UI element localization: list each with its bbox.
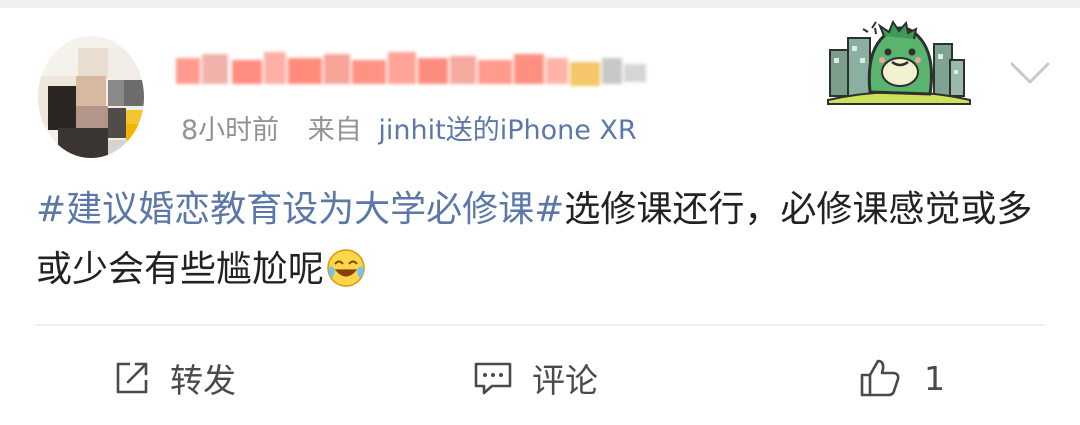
- device-link[interactable]: jinhit送的iPhone XR: [378, 115, 636, 146]
- repost-button[interactable]: 转发: [112, 350, 236, 406]
- avatar[interactable]: [38, 36, 144, 158]
- share-icon: [116, 362, 148, 394]
- chevron-down-icon[interactable]: [1008, 58, 1052, 88]
- comment-label: 评论: [532, 361, 598, 400]
- thumbs-up-icon: [860, 359, 900, 397]
- post-content: #建议婚恋教育设为大学必修课#选修课还行，必修课感觉或多或少会有些尴尬呢: [36, 180, 1046, 300]
- laugh-cry-emoji: [327, 249, 365, 287]
- comment-button[interactable]: 评论: [472, 350, 598, 406]
- divider: [34, 324, 1046, 326]
- comment-icon: [474, 362, 512, 395]
- username-redacted[interactable]: [176, 44, 666, 92]
- top-separator: [0, 0, 1080, 8]
- like-button[interactable]: 1: [858, 350, 945, 406]
- repost-label: 转发: [170, 361, 236, 400]
- like-count: 1: [924, 358, 945, 398]
- dinosaur-sticker-icon: [827, 19, 971, 105]
- post-meta: 8小时前 来自 jinhit送的iPhone XR: [181, 113, 637, 149]
- post-time: 8小时前: [181, 115, 280, 146]
- topic-link[interactable]: #建议婚恋教育设为大学必修课#: [36, 189, 564, 230]
- source-prefix: 来自: [307, 115, 362, 146]
